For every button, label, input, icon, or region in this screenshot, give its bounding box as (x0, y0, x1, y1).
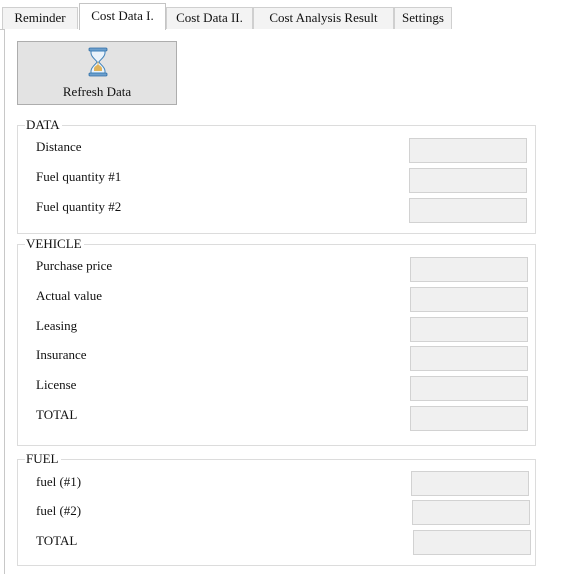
refresh-data-button[interactable]: Refresh Data (17, 41, 177, 105)
fuel-quantity-1-field[interactable] (409, 168, 527, 193)
insurance-label: Insurance (36, 347, 87, 362)
actual-value-field[interactable] (410, 287, 528, 312)
license-field[interactable] (410, 376, 528, 401)
data-group-title: DATA (25, 117, 62, 133)
fuel-2-label: fuel (#2) (36, 503, 82, 518)
vehicle-total-field[interactable] (410, 406, 528, 431)
tab-settings[interactable]: Settings (394, 7, 452, 29)
actual-value-label: Actual value (36, 288, 103, 303)
tab-reminder[interactable]: Reminder (2, 7, 78, 29)
vehicle-total-label: TOTAL (36, 407, 78, 422)
fuel-group-title: FUEL (25, 451, 61, 467)
fuel-quantity-2-field[interactable] (409, 198, 527, 223)
license-label: License (36, 377, 77, 392)
vehicle-group-title: VEHICLE (25, 236, 84, 252)
tab-cost-data-2[interactable]: Cost Data II. (166, 7, 253, 29)
tab-bar: Reminder Cost Data I. Cost Data II. Cost… (0, 0, 573, 30)
leasing-label: Leasing (36, 318, 78, 333)
purchase-price-field[interactable] (410, 257, 528, 282)
fuel-total-field[interactable] (413, 530, 531, 555)
hourglass-icon (86, 47, 110, 77)
tab-cost-data-1[interactable]: Cost Data I. (79, 3, 166, 30)
refresh-data-label: Refresh Data (62, 84, 132, 99)
fuel-quantity-1-label: Fuel quantity #1 (36, 169, 122, 184)
fuel-1-field[interactable] (411, 471, 529, 496)
tab-cost-analysis-result[interactable]: Cost Analysis Result (253, 7, 394, 29)
insurance-field[interactable] (410, 346, 528, 371)
fuel-2-field[interactable] (412, 500, 530, 525)
fuel-1-label: fuel (#1) (36, 474, 82, 489)
leasing-field[interactable] (410, 317, 528, 342)
fuel-quantity-2-label: Fuel quantity #2 (36, 199, 122, 214)
purchase-price-label: Purchase price (36, 258, 113, 273)
distance-label: Distance (36, 139, 82, 154)
distance-field[interactable] (409, 138, 527, 163)
fuel-total-label: TOTAL (36, 533, 78, 548)
